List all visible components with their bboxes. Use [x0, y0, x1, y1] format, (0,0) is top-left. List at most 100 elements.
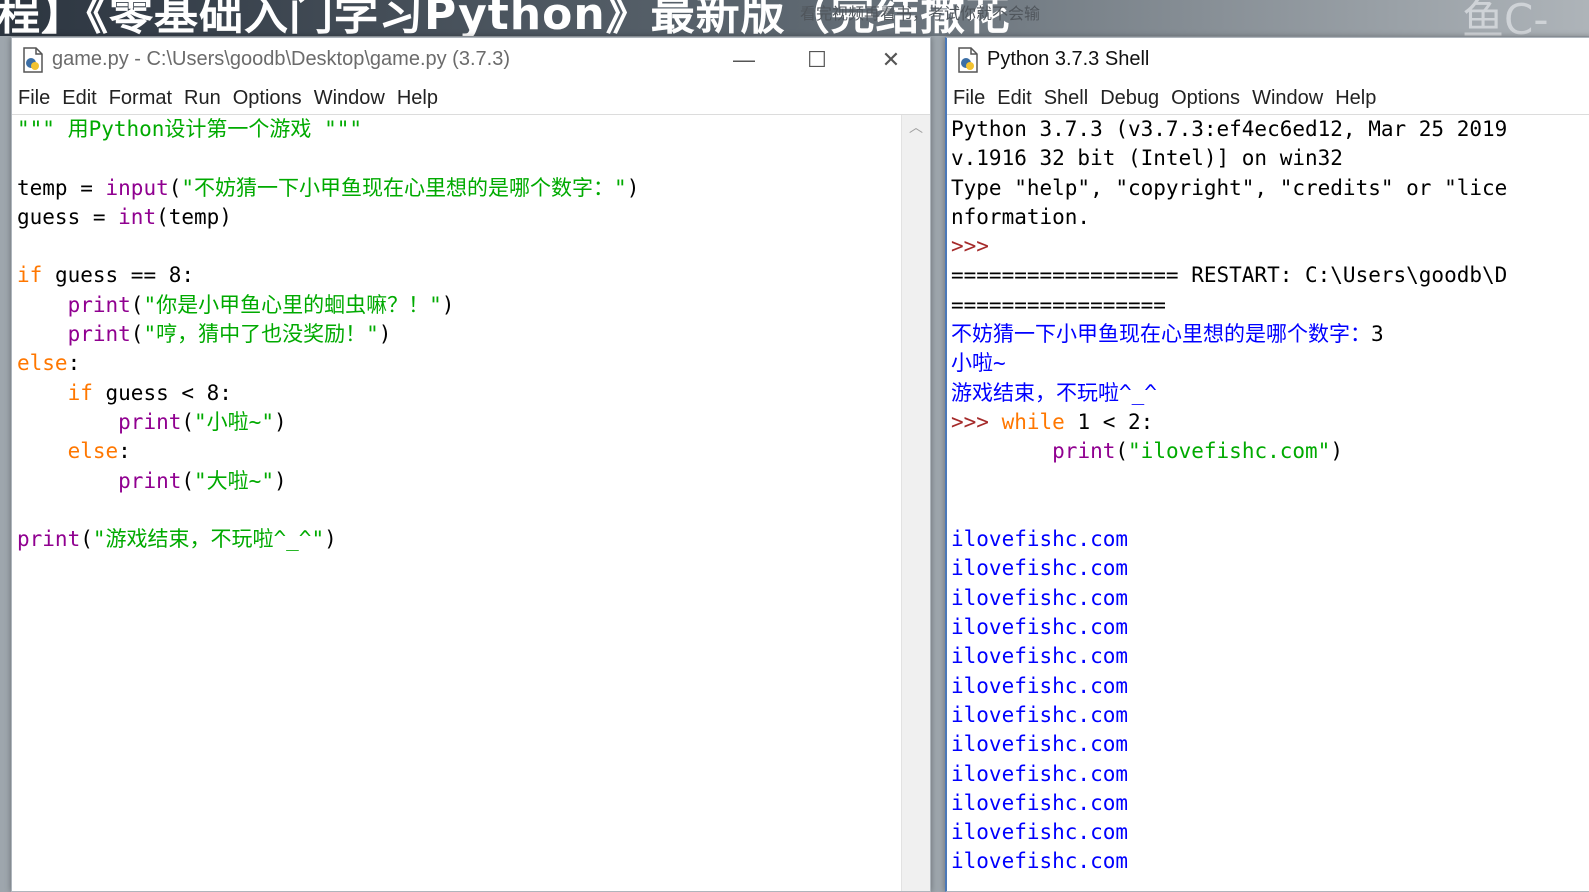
code-line: print("哼，猜中了也没奖励！")	[17, 320, 902, 349]
code-line: temp = input("不妨猜一下小甲鱼现在心里想的是哪个数字：")	[17, 174, 902, 203]
code-line: """ 用Python设计第一个游戏 """	[17, 115, 902, 144]
shell-line: ilovefishc.com	[951, 789, 1589, 818]
shell-line: Type "help", "copyright", "credits" or "…	[951, 174, 1589, 203]
builtin-token: input	[105, 175, 169, 200]
shell-menu-help[interactable]: Help	[1335, 87, 1382, 110]
shell-line: print("ilovefishc.com")	[951, 437, 1589, 466]
code-line: print("小啦~")	[17, 408, 902, 437]
output-token: 游戏结束，不玩啦^_^	[951, 380, 1157, 405]
output-token: ilovefishc.com	[951, 732, 1129, 757]
editor-menu-edit[interactable]: Edit	[62, 87, 102, 110]
code-line: else:	[17, 437, 902, 466]
shell-line: v.1916 32 bit (Intel)] on win32	[951, 144, 1589, 173]
builtin-token: int	[118, 204, 157, 229]
editor-menu-format[interactable]: Format	[109, 87, 178, 110]
builtin-token: print	[118, 409, 182, 434]
shell-menubar: File Edit Shell Debug Options Window Help	[947, 82, 1589, 115]
code-token: guess < 8:	[92, 380, 232, 405]
output-token: ilovefishc.com	[951, 527, 1129, 552]
output-token: 不妨猜一下小甲鱼现在心里想的是哪个数字：	[951, 322, 1371, 347]
output-token: ilovefishc.com	[951, 849, 1129, 874]
shell-line: ilovefishc.com	[951, 760, 1589, 789]
editor-menu-options[interactable]: Options	[233, 87, 308, 110]
builtin-token: print	[67, 292, 131, 317]
shell-line: ilovefishc.com	[951, 525, 1589, 554]
python-shell-icon	[957, 47, 979, 73]
keyword-token: else	[67, 439, 119, 464]
code-token: )	[273, 409, 287, 434]
code-token: (	[181, 468, 195, 493]
code-line: print("游戏结束，不玩啦^_^")	[17, 525, 902, 554]
maximize-button[interactable]: ☐	[783, 38, 851, 82]
shell-line: 不妨猜一下小甲鱼现在心里想的是哪个数字：3	[951, 320, 1589, 349]
output-token: ilovefishc.com	[951, 644, 1129, 669]
shell-menu-shell[interactable]: Shell	[1044, 87, 1094, 110]
shell-line: 小啦~	[951, 349, 1589, 378]
shell-window[interactable]: Python 3.7.3 Shell File Edit Shell Debug Opt…	[945, 37, 1589, 892]
editor-menu-run[interactable]: Run	[184, 87, 227, 110]
code-token: )	[324, 527, 337, 552]
builtin-token: print	[1052, 439, 1116, 464]
shell-menu-edit[interactable]: Edit	[997, 87, 1037, 110]
code-token: (temp)	[156, 204, 232, 229]
editor-window[interactable]: game.py - C:\Users\goodb\Desktop\game.py…	[11, 37, 931, 892]
shell-line: ilovefishc.com	[951, 672, 1589, 701]
shell-line: =================	[951, 291, 1589, 320]
output-token: ilovefishc.com	[951, 790, 1129, 815]
code-token: (	[1115, 439, 1129, 464]
video-banner: 程】《零基础入门学习Python》最新版（完结撒花 看完视频再看书，考试你就不会…	[0, 0, 1589, 36]
output-token: ilovefishc.com	[951, 556, 1129, 581]
code-token: :	[118, 439, 131, 464]
editor-scrollbar[interactable]: ︿	[901, 115, 930, 891]
prompt-token: >>>	[951, 409, 1002, 434]
shell-output-area[interactable]: Python 3.7.3 (v3.7.3:ef4ec6ed12, Mar 25 …	[947, 115, 1589, 891]
string-token: "小啦~"	[194, 409, 274, 434]
shell-line: 游戏结束，不玩啦^_^	[951, 379, 1589, 408]
editor-menu-help[interactable]: Help	[397, 87, 444, 110]
code-token: )	[378, 322, 392, 347]
code-token: 1 < 2:	[1064, 409, 1154, 434]
editor-menu-window[interactable]: Window	[314, 87, 391, 110]
shell-line: ================== RESTART: C:\Users\goo…	[951, 261, 1589, 290]
builtin-token: print	[17, 527, 81, 552]
string-token: """ 用Python设计第一个游戏 """	[17, 117, 363, 141]
close-button[interactable]: ✕	[857, 38, 925, 82]
code-token: nformation.	[951, 204, 1091, 229]
shell-title: Python 3.7.3 Shell	[987, 48, 1150, 70]
shell-menu-file[interactable]: File	[953, 87, 991, 110]
code-token: =================	[951, 292, 1166, 317]
output-token: ilovefishc.com	[951, 585, 1129, 610]
prompt-token: >>>	[951, 234, 1002, 259]
code-token: )	[273, 468, 287, 493]
code-token: (	[181, 409, 195, 434]
shell-line: ilovefishc.com	[951, 642, 1589, 671]
shell-menu-debug[interactable]: Debug	[1100, 87, 1165, 110]
editor-titlebar[interactable]: game.py - C:\Users\goodb\Desktop\game.py…	[12, 38, 930, 82]
shell-menu-options[interactable]: Options	[1171, 87, 1246, 110]
code-line: else:	[17, 349, 902, 378]
shell-line: ilovefishc.com	[951, 730, 1589, 759]
banner-subtitle: 看完视频再看书，考试你就不会输	[800, 4, 1041, 23]
shell-line: ilovefishc.com	[951, 554, 1589, 583]
output-token: ilovefishc.com	[951, 761, 1129, 786]
shell-menu-window[interactable]: Window	[1252, 87, 1329, 110]
shell-line: nformation.	[951, 203, 1589, 232]
code-line: if guess < 8:	[17, 379, 902, 408]
editor-code-area[interactable]: """ 用Python设计第一个游戏 """ temp = input("不妨猜一…	[12, 115, 902, 891]
minimize-button[interactable]: —	[710, 38, 778, 82]
editor-menu-file[interactable]: File	[18, 87, 56, 110]
scroll-up-arrow-icon[interactable]: ︿	[902, 117, 930, 137]
string-token: "大啦~"	[194, 468, 274, 493]
shell-titlebar[interactable]: Python 3.7.3 Shell	[947, 38, 1589, 82]
string-token: "哼，猜中了也没奖励！"	[143, 322, 379, 347]
